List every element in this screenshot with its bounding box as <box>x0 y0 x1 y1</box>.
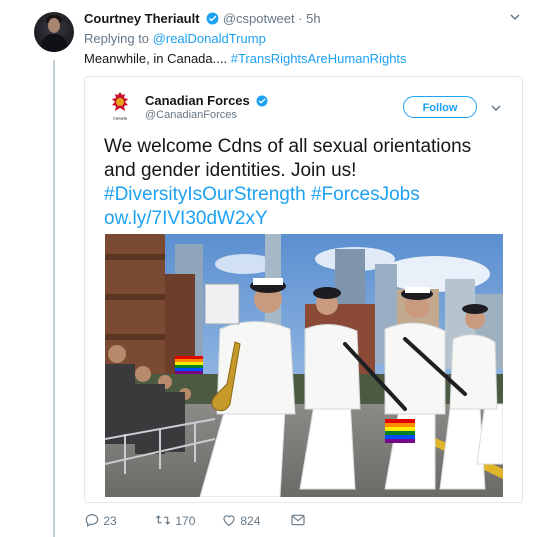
message-icon <box>291 514 305 526</box>
quoted-line-1: We welcome Cdns of all sexual orientatio… <box>104 136 472 157</box>
separator: · <box>298 11 303 26</box>
thread-line <box>53 60 55 537</box>
timestamp[interactable]: 5h <box>306 11 320 26</box>
chevron-down-icon[interactable] <box>490 101 502 117</box>
hashtag-link[interactable]: #TransRightsAreHumanRights <box>231 51 407 66</box>
replying-to-label: Replying to <box>84 31 150 46</box>
verified-icon <box>256 95 268 110</box>
chevron-down-icon[interactable] <box>509 10 521 26</box>
tweet-header: Courtney Theriault @cspotweet · 5h <box>84 11 321 28</box>
like-icon <box>223 515 235 526</box>
quoted-author-name[interactable]: Canadian Forces <box>145 93 268 110</box>
author-name[interactable]: Courtney Theriault <box>84 11 200 26</box>
parade-photo[interactable] <box>105 234 503 497</box>
quoted-hashtags[interactable]: #DiversityIsOurStrength #ForcesJobs <box>104 183 509 207</box>
like-action[interactable]: 824 <box>221 512 260 528</box>
like-count: 824 <box>240 514 261 528</box>
message-action[interactable] <box>290 512 306 528</box>
reply-count: 23 <box>103 514 117 528</box>
author-handle[interactable]: @cspotweet <box>223 11 295 26</box>
reply-to-link[interactable]: @realDonaldTrump <box>153 31 266 46</box>
canadian-forces-logo: Canada <box>111 92 129 121</box>
follow-button[interactable]: Follow <box>403 96 477 118</box>
quoted-tweet-card[interactable]: Canada Canadian Forces @CanadianForces F… <box>84 76 523 503</box>
quoted-name-text: Canadian Forces <box>145 93 250 108</box>
logo-text: Canada <box>113 116 128 121</box>
retweet-action[interactable]: 170 <box>154 512 195 528</box>
quoted-author-handle[interactable]: @CanadianForces <box>145 109 237 121</box>
retweet-count: 170 <box>175 514 196 528</box>
tweet-text: Meanwhile, in Canada.... #TransRightsAre… <box>84 51 407 66</box>
quoted-link[interactable]: ow.ly/7IVI30dW2xY <box>104 207 509 231</box>
replying-to: Replying to @realDonaldTrump <box>84 31 266 46</box>
retweet-icon <box>155 515 171 525</box>
quoted-line-2: and gender identities. Join us! <box>104 160 357 181</box>
reply-action[interactable]: 23 <box>84 512 117 528</box>
avatar[interactable] <box>34 12 74 52</box>
verified-icon <box>206 12 219 28</box>
quoted-text: We welcome Cdns of all sexual orientatio… <box>104 135 509 231</box>
tweet-body: Meanwhile, in Canada.... <box>84 51 228 66</box>
reply-icon <box>85 514 99 528</box>
